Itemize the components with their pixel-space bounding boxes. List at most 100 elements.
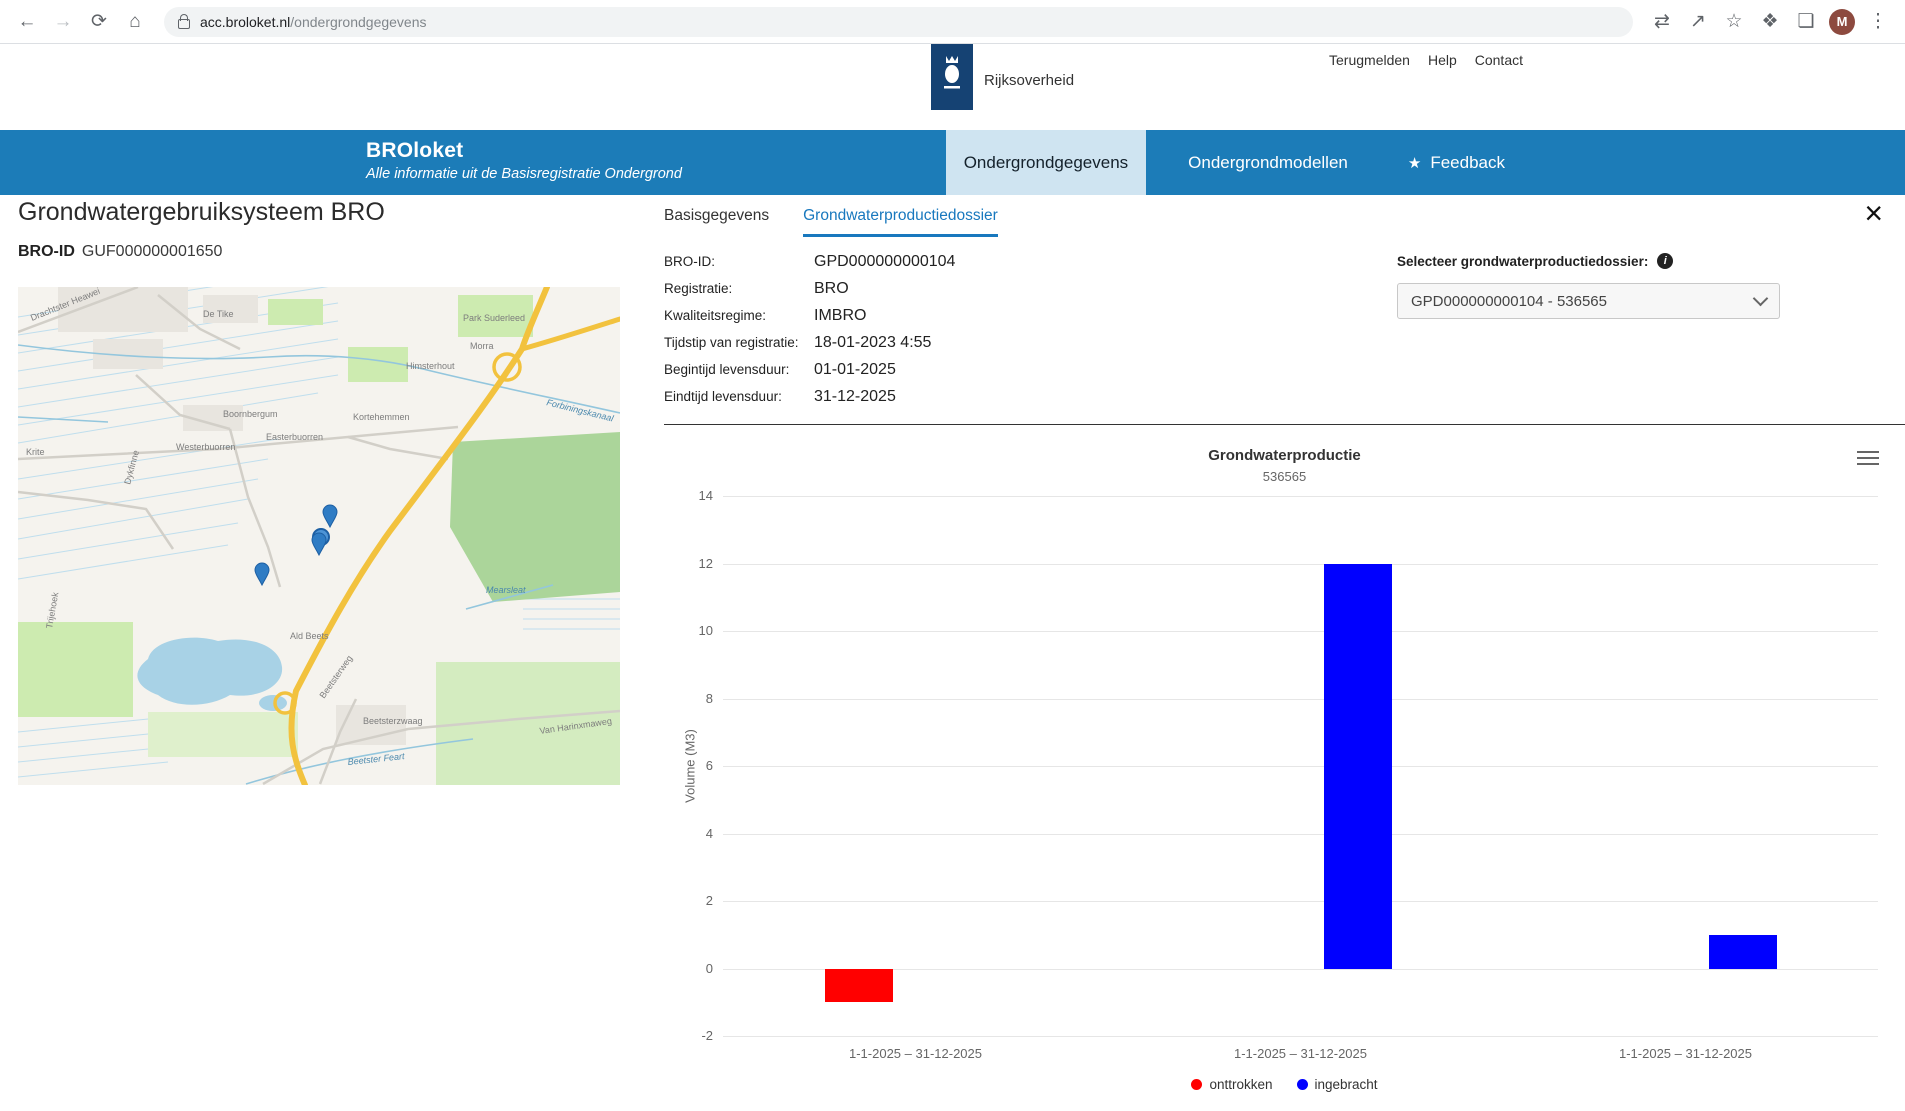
- dossier-select[interactable]: GPD000000000104 - 536565: [1397, 283, 1780, 319]
- address-bar[interactable]: acc.broloket.nl/ondergrondgegevens: [164, 7, 1633, 37]
- share-icon[interactable]: ↗: [1681, 5, 1715, 39]
- detail-label: Eindtijd levensduur:: [664, 389, 814, 404]
- gridline: [723, 834, 1878, 835]
- logo-wordmark: Rijksoverheid: [984, 72, 1074, 89]
- bar-ingebracht[interactable]: [1709, 935, 1777, 969]
- star-icon: ★: [1408, 154, 1421, 172]
- header-link-help[interactable]: Help: [1428, 52, 1457, 68]
- map-place-label: Beetsterzwaag: [363, 716, 423, 726]
- gridline: [723, 766, 1878, 767]
- forward-icon[interactable]: →: [46, 5, 80, 39]
- browser-toolbar: ← → ⟳ ⌂ acc.broloket.nl/ondergrondgegeve…: [0, 0, 1905, 44]
- detail-value: 18-01-2023 4:55: [814, 334, 931, 352]
- x-category-label: 1-1-2025 – 31-12-2025: [1536, 1046, 1836, 1061]
- y-tick-label: 10: [667, 623, 713, 638]
- url-domain: acc.broloket.nl: [200, 14, 290, 30]
- detail-row: Tijdstip van registratie:18-01-2023 4:55: [664, 334, 955, 361]
- detail-label: Registratie:: [664, 281, 814, 296]
- detail-label: BRO-ID:: [664, 254, 814, 269]
- x-category-label: 1-1-2025 – 31-12-2025: [766, 1046, 1066, 1061]
- chart-menu-icon[interactable]: [1857, 447, 1879, 469]
- tab-grondwaterproductiedossier[interactable]: Grondwaterproductiedossier: [803, 207, 998, 237]
- map-place-label: Morra: [470, 341, 494, 351]
- header-links: Terugmelden Help Contact: [1329, 52, 1523, 68]
- production-chart: Grondwaterproductie 536565 Volume (M3) o…: [664, 431, 1905, 1111]
- translate-icon[interactable]: ⇄: [1645, 5, 1679, 39]
- nav-item-ondergrondgegevens[interactable]: Ondergrondgegevens: [946, 130, 1146, 195]
- header-link-terugmelden[interactable]: Terugmelden: [1329, 52, 1410, 68]
- site-header: Rijksoverheid Terugmelden Help Contact: [0, 44, 1905, 130]
- y-tick-label: 8: [667, 691, 713, 706]
- home-icon[interactable]: ⌂: [118, 5, 152, 39]
- map-place-label: Westerbuorren: [176, 442, 235, 452]
- chevron-down-icon: [1753, 291, 1769, 307]
- detail-row: Eindtijd levensduur:31-12-2025: [664, 388, 955, 415]
- profile-avatar[interactable]: M: [1829, 9, 1855, 35]
- gridline: [723, 631, 1878, 632]
- plot-area: [723, 496, 1878, 1036]
- legend-label: ingebracht: [1315, 1077, 1378, 1092]
- map-place-label: Ald Beets: [290, 631, 329, 641]
- map-image[interactable]: Drachtster HeaweiDe TikePark SuderleedMo…: [18, 287, 620, 785]
- map-place-label: De Tike: [203, 309, 234, 319]
- detail-value: 31-12-2025: [814, 388, 896, 406]
- detail-row: Kwaliteitsregime:IMBRO: [664, 307, 955, 334]
- selector-label: Selecteer grondwaterproductiedossier:: [1397, 254, 1648, 269]
- detail-row: Registratie:BRO: [664, 280, 955, 307]
- y-tick-label: 4: [667, 826, 713, 841]
- chart-subtitle: 536565: [664, 469, 1905, 484]
- info-icon[interactable]: i: [1657, 253, 1673, 269]
- bookmark-star-icon[interactable]: ☆: [1717, 5, 1751, 39]
- nav-item-feedback[interactable]: ★Feedback: [1390, 130, 1523, 195]
- map-place-label: Boornbergum: [223, 409, 278, 419]
- nav-items: Ondergrondgegevens Ondergrondmodellen ★Fee…: [922, 130, 1523, 195]
- header-link-contact[interactable]: Contact: [1475, 52, 1523, 68]
- gridline: [723, 496, 1878, 497]
- brand[interactable]: BROloket Alle informatie uit de Basisreg…: [366, 139, 682, 182]
- map[interactable]: Drachtster HeaweiDe TikePark SuderleedMo…: [18, 287, 620, 785]
- chart-title: Grondwaterproductie: [664, 447, 1905, 464]
- side-panel-icon[interactable]: ❏: [1789, 5, 1823, 39]
- details-list: BRO-ID:GPD000000000104Registratie:BROKwa…: [664, 253, 955, 415]
- bar-ingebracht[interactable]: [1324, 564, 1392, 969]
- detail-value: 01-01-2025: [814, 361, 896, 379]
- y-tick-label: 14: [667, 488, 713, 503]
- detail-value: GPD000000000104: [814, 253, 955, 271]
- url-text: acc.broloket.nl/ondergrondgegevens: [200, 14, 427, 30]
- detail-row: Begintijd levensduur:01-01-2025: [664, 361, 955, 388]
- detail-value: IMBRO: [814, 307, 866, 325]
- panel-tabs: Basisgegevens Grondwaterproductiedossier: [664, 207, 998, 237]
- detail-value: BRO: [814, 280, 849, 298]
- page-title: Grondwatergebruiksysteem BRO: [18, 198, 385, 227]
- gridline: [723, 969, 1878, 970]
- nav-item-ondergrondmodellen[interactable]: Ondergrondmodellen: [1170, 130, 1366, 195]
- gridline: [723, 699, 1878, 700]
- close-icon[interactable]: ×: [1864, 197, 1883, 229]
- bro-id-line: BRO-IDGUF000000001650: [18, 243, 222, 261]
- refresh-icon[interactable]: ⟳: [82, 5, 116, 39]
- nav-item-label: Ondergrondmodellen: [1188, 153, 1348, 173]
- brand-tagline: Alle informatie uit de Basisregistratie …: [366, 166, 682, 182]
- chart-legend: onttrokken ingebracht: [664, 1077, 1905, 1092]
- y-tick-label: -2: [667, 1028, 713, 1043]
- y-tick-label: 0: [667, 961, 713, 976]
- map-place-label: Easterbuorren: [266, 432, 323, 442]
- y-tick-label: 2: [667, 893, 713, 908]
- map-place-label: Himsterhout: [406, 361, 455, 371]
- legend-onttrokken[interactable]: onttrokken: [1191, 1077, 1272, 1092]
- x-category-label: 1-1-2025 – 31-12-2025: [1151, 1046, 1451, 1061]
- back-icon[interactable]: ←: [10, 5, 44, 39]
- y-tick-label: 6: [667, 758, 713, 773]
- gridline: [723, 901, 1878, 902]
- legend-dot-icon: [1297, 1079, 1308, 1090]
- menu-dots-icon[interactable]: ⋮: [1861, 5, 1895, 39]
- page: ← → ⟳ ⌂ acc.broloket.nl/ondergrondgegeve…: [0, 0, 1905, 1111]
- legend-ingebracht[interactable]: ingebracht: [1297, 1077, 1378, 1092]
- detail-panel: BasisgegevensGrondwaterproductiedossier …: [664, 195, 1905, 1111]
- map-place-label: Krite: [26, 447, 45, 457]
- bar-onttrokken[interactable]: [825, 969, 893, 1003]
- extensions-icon[interactable]: ❖: [1753, 5, 1787, 39]
- tab-basisgegevens[interactable]: Basisgegevens: [664, 207, 769, 237]
- detail-label: Begintijd levensduur:: [664, 362, 814, 377]
- detail-row: BRO-ID:GPD000000000104: [664, 253, 955, 280]
